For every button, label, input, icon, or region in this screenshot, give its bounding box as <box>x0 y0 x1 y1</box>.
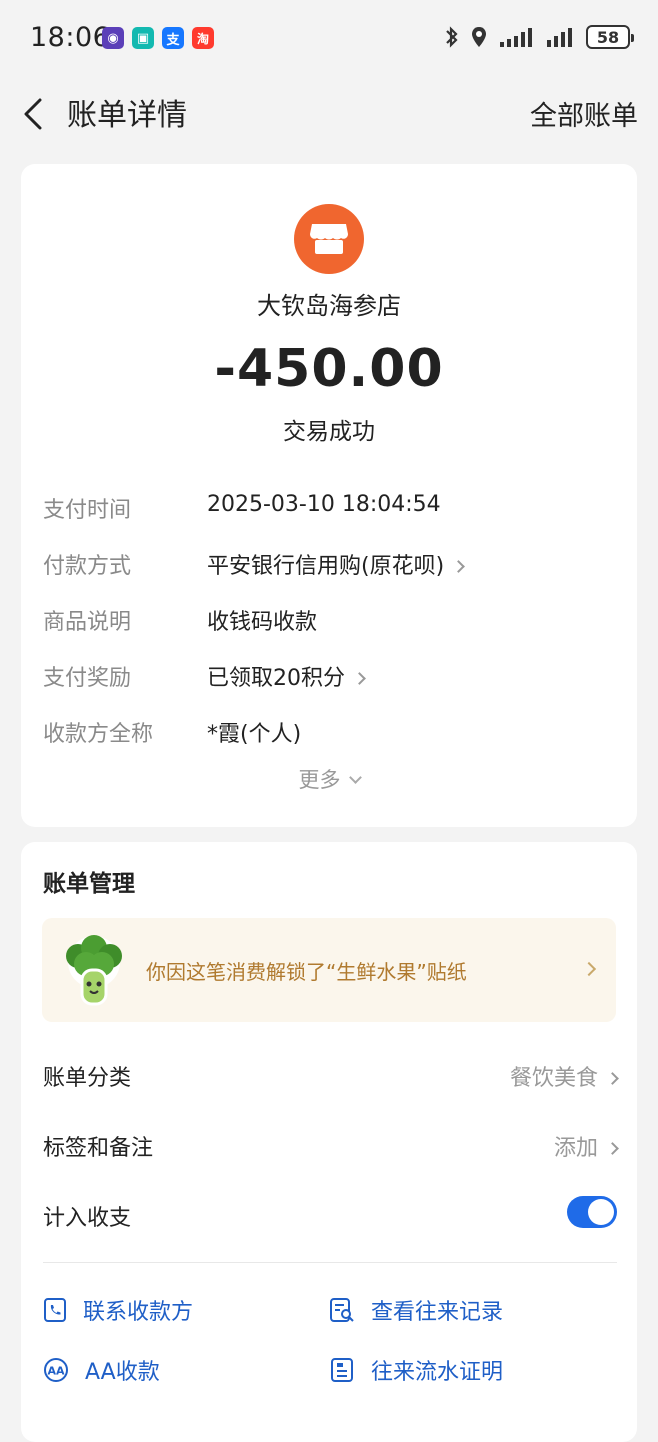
detail-row-description: 商品说明 收钱码收款 <box>43 598 623 638</box>
merchant-name: 大钦岛海参店 <box>257 292 401 320</box>
page-title: 账单详情 <box>67 98 187 133</box>
chevron-right-icon <box>606 1072 619 1085</box>
chevron-right-icon <box>452 560 466 573</box>
row-value: 餐饮美食 <box>509 1066 598 1091</box>
action-label: 联系收款方 <box>83 1300 194 1325</box>
shop-icon <box>294 204 364 274</box>
detail-value: 2025-03-10 18:04:54 <box>207 492 441 517</box>
banner-text: 你因这笔消费解锁了“生鲜水果”贴纸 <box>146 960 467 984</box>
tags-notes-row[interactable]: 标签和备注 添加 <box>43 1122 619 1166</box>
detail-row-pay-time: 支付时间 2025-03-10 18:04:54 <box>43 486 623 526</box>
alipay-icon: 支 <box>162 27 184 49</box>
detail-label: 收款方全称 <box>43 722 154 747</box>
taobao-icon: 淘 <box>192 27 214 49</box>
bill-summary-card: 大钦岛海参店 -450.00 交易成功 支付时间 2025-03-10 18:0… <box>21 164 637 827</box>
include-in-stats-row: 计入收支 <box>43 1192 617 1236</box>
battery-level: 58 <box>596 27 620 47</box>
aa-icon: AA <box>44 1358 68 1382</box>
aa-payment-button[interactable]: AA AA收款 <box>43 1350 160 1390</box>
detail-row-reward[interactable]: 支付奖励 已领取20积分 <box>43 654 623 694</box>
detail-label: 支付时间 <box>43 498 132 523</box>
detail-value: 平安银行信用购(原花呗) <box>207 554 445 579</box>
more-button[interactable]: 更多 <box>21 764 637 794</box>
app-icon-1: ◉ <box>102 27 124 49</box>
bill-amount: -450.00 <box>214 339 444 399</box>
section-title: 账单管理 <box>43 871 135 897</box>
row-label: 账单分类 <box>43 1066 132 1091</box>
nav-bar: 账单详情 全部账单 <box>0 80 658 144</box>
statement-doc-icon <box>331 1358 353 1382</box>
app-icon-2: ▣ <box>132 27 154 49</box>
toggle-knob <box>588 1199 614 1225</box>
detail-value: 收钱码收款 <box>207 610 318 635</box>
chevron-right-icon <box>606 1142 619 1155</box>
signal-1-icon <box>500 28 532 47</box>
broccoli-sticker-icon <box>66 935 122 1006</box>
bill-management-card: 账单管理 你因这笔消费解锁了“生鲜水果”贴纸 账单分类 餐饮美食 标签和备注 添… <box>21 842 637 1442</box>
detail-row-payee: 收款方全称 *霞(个人) <box>43 710 623 750</box>
notification-apps: ◉ ▣ 支 淘 <box>102 27 214 49</box>
bill-category-row[interactable]: 账单分类 餐饮美食 <box>43 1052 619 1096</box>
back-arrow-icon <box>24 98 42 130</box>
status-bar: 18:06 ◉ ▣ 支 淘 58 <box>0 0 658 80</box>
contact-phone-icon <box>44 1298 66 1322</box>
chevron-right-icon <box>581 961 597 977</box>
sticker-banner[interactable]: 你因这笔消费解锁了“生鲜水果”贴纸 <box>42 918 616 1022</box>
action-label: AA收款 <box>85 1360 160 1385</box>
signal-2-icon <box>547 28 572 47</box>
row-label: 标签和备注 <box>43 1136 154 1161</box>
battery-icon: 58 <box>586 25 634 49</box>
status-right: 58 <box>444 25 634 49</box>
chevron-right-icon <box>353 672 366 685</box>
records-search-icon <box>330 1298 354 1322</box>
detail-label: 支付奖励 <box>43 666 132 691</box>
row-label: 计入收支 <box>43 1206 132 1231</box>
row-value: 添加 <box>553 1136 598 1161</box>
detail-value: 已领取20积分 <box>207 666 345 691</box>
detail-label: 商品说明 <box>43 610 132 635</box>
include-toggle[interactable] <box>567 1196 617 1228</box>
back-button[interactable] <box>18 90 58 134</box>
detail-label: 付款方式 <box>43 554 132 579</box>
svg-text:AA: AA <box>47 1365 65 1378</box>
contact-payee-button[interactable]: 联系收款方 <box>43 1290 193 1330</box>
divider <box>43 1262 617 1263</box>
action-label: 往来流水证明 <box>371 1360 504 1385</box>
detail-value: *霞(个人) <box>207 722 302 747</box>
view-history-button[interactable]: 查看往来记录 <box>329 1290 503 1330</box>
all-bills-link[interactable]: 全部账单 <box>530 94 638 133</box>
status-time: 18:06 <box>30 22 111 53</box>
bluetooth-icon <box>446 26 458 48</box>
transaction-status: 交易成功 <box>283 419 375 445</box>
chevron-down-icon <box>348 771 362 784</box>
transaction-proof-button[interactable]: 往来流水证明 <box>329 1350 503 1390</box>
action-label: 查看往来记录 <box>371 1300 504 1325</box>
location-icon <box>472 27 486 47</box>
more-label: 更多 <box>298 768 341 792</box>
detail-row-payment-method[interactable]: 付款方式 平安银行信用购(原花呗) <box>43 542 623 582</box>
